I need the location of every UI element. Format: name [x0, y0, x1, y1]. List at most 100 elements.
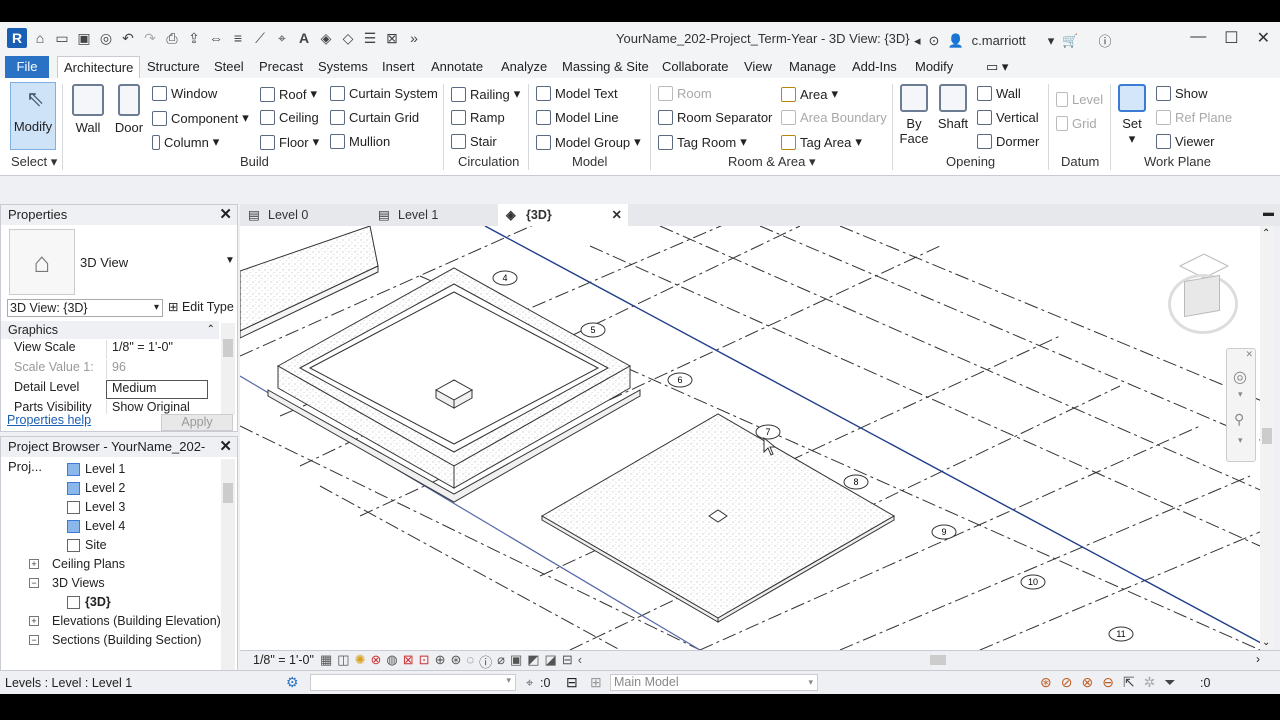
collapse-icon[interactable]: ⌃ [207, 321, 215, 339]
properties-help-link[interactable]: Properties help [7, 413, 91, 427]
tab-steel[interactable]: Steel [208, 56, 250, 78]
reveal-hidden-icon[interactable]: ◌ [466, 652, 474, 671]
worksharing-icon[interactable]: ◩ [527, 652, 539, 671]
roof-button[interactable]: Roof ▾ [260, 86, 317, 102]
design-options-icon[interactable]: ◪ [545, 652, 557, 671]
apply-button[interactable]: Apply [161, 414, 233, 431]
tag-icon[interactable]: ⌖ [274, 29, 290, 47]
tree-item-ceiling-plans[interactable]: + Ceiling Plans [29, 557, 125, 571]
scrollbar[interactable] [221, 459, 235, 671]
mullion-button[interactable]: Mullion [330, 134, 390, 149]
scroll-up-icon[interactable]: ⌃ [1262, 228, 1270, 239]
save-icon[interactable]: ▣ [76, 29, 92, 47]
curtain-grid-button[interactable]: Curtain Grid [330, 110, 419, 125]
cart-icon[interactable]: 🛒 [1062, 33, 1078, 49]
active-workset-dropdown[interactable]: ▾ [310, 674, 516, 691]
ramp-button[interactable]: Ramp [451, 110, 505, 125]
nav-left-icon[interactable]: ◂ [914, 33, 921, 49]
redo-icon[interactable]: ↷ [142, 29, 158, 47]
level-button[interactable]: Level [1056, 92, 1103, 107]
tree-item-3d[interactable]: {3D} [67, 595, 111, 609]
grid-bubble[interactable]: 8 [843, 474, 869, 490]
show-crop-icon[interactable]: ⊡ [419, 652, 430, 671]
tab-annotate[interactable]: Annotate [425, 56, 489, 78]
grid-bubble[interactable]: 4 [492, 270, 518, 286]
filter-icon[interactable]: ⏷ [1164, 674, 1175, 691]
area-boundary-button[interactable]: Area Boundary [781, 110, 887, 125]
tree-item-level-3[interactable]: Level 3 [67, 500, 125, 514]
tab-collaborate[interactable]: Collaborate [656, 56, 735, 78]
tree-item-sections[interactable]: − Sections (Building Section) [29, 633, 201, 647]
visual-style-icon[interactable]: ◫ [337, 652, 349, 671]
chevron-down-icon[interactable]: ▾ [1238, 435, 1243, 446]
tree-item-level-1[interactable]: Level 1 [67, 462, 125, 476]
undo-icon[interactable]: ↶ [120, 29, 136, 47]
sync-icon[interactable]: ◎ [98, 29, 114, 47]
column-button[interactable]: Column ▾ [152, 134, 219, 150]
collapse-icon[interactable]: − [29, 635, 39, 645]
grid-bubble[interactable]: 5 [580, 322, 606, 338]
model-line-button[interactable]: Model Line [536, 110, 619, 125]
shaft-button[interactable]: Shaft [935, 84, 971, 131]
select-by-face-icon[interactable]: ⊖ [1102, 674, 1114, 691]
dormer-button[interactable]: Dormer [977, 134, 1039, 149]
home-icon[interactable]: ⌂ [32, 29, 48, 47]
shadows-icon[interactable]: ⊗ [371, 652, 382, 671]
tab-modify[interactable]: Modify [909, 56, 959, 78]
drag-elements-icon[interactable]: ⇱ [1123, 674, 1135, 691]
view-cube-face[interactable] [1184, 274, 1220, 318]
user-icon[interactable]: 👤 [947, 33, 963, 49]
print-icon[interactable]: ⎙ [164, 29, 180, 47]
tree-item-3d-views[interactable]: −3D Views [29, 576, 105, 590]
type-name[interactable]: 3D View [80, 255, 128, 270]
tab-level-0[interactable]: ▤ Level 0 [240, 204, 368, 226]
scroll-down-icon[interactable]: ⌄ [1262, 637, 1270, 648]
design-option-dropdown[interactable]: Main Model ▾ [610, 674, 818, 691]
grid-bubble[interactable]: 11 [1108, 626, 1134, 642]
grid-bubble[interactable]: 7 [755, 424, 781, 440]
close-icon[interactable]: ✕ [1245, 349, 1253, 360]
open-icon[interactable]: ▭ [54, 29, 70, 47]
tree-item-level-4[interactable]: Level 4 [67, 519, 125, 533]
tab-3d[interactable]: ◈ {3D} ✕ [498, 204, 628, 226]
tab-file[interactable]: File [5, 56, 49, 78]
tab-systems[interactable]: Systems [312, 56, 374, 78]
ref-plane-button[interactable]: Ref Plane [1156, 110, 1232, 125]
close-hidden-icon[interactable]: ⊠ [384, 29, 400, 47]
chevron-left-icon[interactable]: ‹ [578, 652, 582, 671]
tab-insert[interactable]: Insert [376, 56, 421, 78]
edit-type-button[interactable]: ⊞ Edit Type [168, 299, 234, 314]
steering-wheel-icon[interactable]: ◎ [1233, 367, 1247, 387]
grid-bubble[interactable]: 10 [1020, 574, 1046, 590]
render-icon[interactable]: ◍ [386, 652, 397, 671]
thin-lines-icon[interactable]: ☰ [362, 29, 378, 47]
wall-button[interactable]: Wall [68, 84, 108, 135]
3d-view-icon[interactable]: ◈ [318, 29, 334, 47]
railing-button[interactable]: Railing ▾ [451, 86, 520, 102]
detail-level-icon[interactable]: ▦ [320, 652, 332, 671]
minimize-icon[interactable]: — [1190, 28, 1206, 48]
close-icon[interactable]: ✕ [219, 437, 232, 457]
wall-opening-button[interactable]: Wall [977, 86, 1021, 101]
close-icon[interactable]: ✕ [219, 205, 232, 225]
expand-icon[interactable]: + [29, 559, 39, 569]
user-dropdown-icon[interactable]: ▾ [1048, 33, 1055, 49]
tag-room-button[interactable]: Tag Room ▾ [658, 134, 747, 150]
highlight-icon[interactable]: ⌀ [497, 652, 505, 671]
reveal-constraints-icon[interactable]: ⊟ [562, 652, 573, 671]
camera-icon[interactable]: ▣ [510, 652, 522, 671]
temp-hide-icon[interactable]: ⊛ [450, 652, 461, 671]
align-icon[interactable]: ≡ [230, 29, 246, 47]
door-button[interactable]: Door [110, 84, 148, 135]
expand-icon[interactable]: + [29, 616, 39, 626]
room-separator-button[interactable]: Room Separator [658, 110, 772, 125]
tab-structure[interactable]: Structure [141, 56, 206, 78]
tree-item-level-2[interactable]: Level 2 [67, 481, 125, 495]
graphics-group[interactable]: Graphics ⌃ [1, 321, 219, 339]
chevron-down-icon[interactable]: ▾ [1238, 389, 1243, 400]
crop-view-icon[interactable]: ⊠ [403, 652, 414, 671]
close-icon[interactable]: ✕ [612, 204, 622, 226]
maximize-icon[interactable]: ☐ [1224, 28, 1238, 48]
close-icon[interactable]: ✕ [1257, 28, 1270, 48]
horizontal-scrollbar[interactable]: › [640, 652, 1260, 667]
